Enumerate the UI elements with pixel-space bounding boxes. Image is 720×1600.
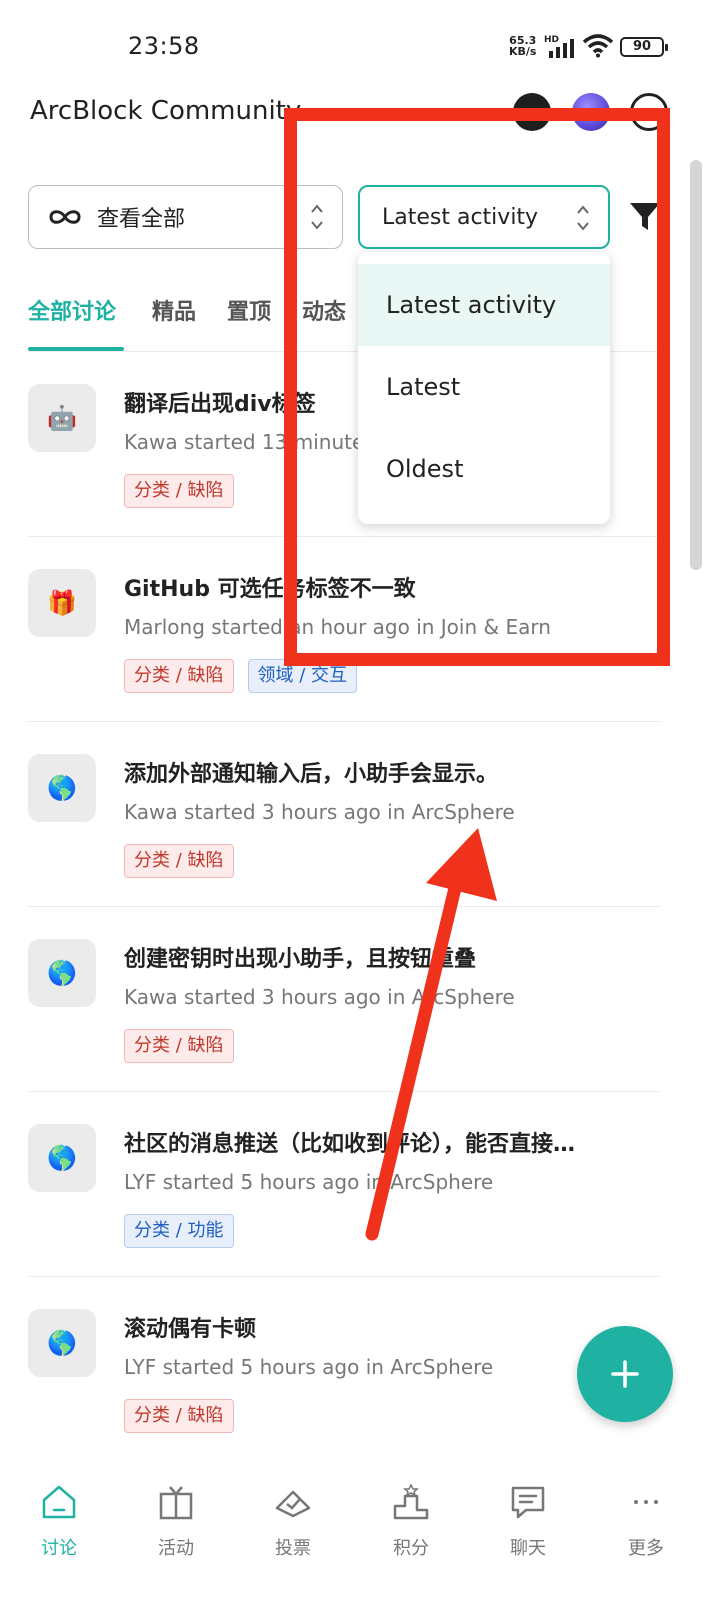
nav-label: 活动 xyxy=(158,1538,194,1559)
battery-icon: 90 xyxy=(620,37,668,57)
bottom-nav: 讨论 活动 投票 积分 聊天 更多 xyxy=(0,1466,720,1600)
podium-icon xyxy=(393,1483,429,1520)
infinity-icon xyxy=(49,210,81,224)
page-title: ArcBlock Community xyxy=(30,96,302,126)
divider xyxy=(28,721,660,722)
annotation-highlight-box xyxy=(284,108,670,666)
plus-icon xyxy=(611,1360,639,1388)
chat-icon xyxy=(511,1486,545,1519)
signal-icon xyxy=(549,39,574,58)
divider xyxy=(28,1276,660,1277)
gift-box-icon xyxy=(159,1486,193,1520)
tab-pinned[interactable]: 置顶 xyxy=(227,294,271,326)
topic-meta: Kawa started 3 hours ago in ArcSphere xyxy=(124,985,515,1009)
scope-select-label: 查看全部 xyxy=(97,207,186,232)
nav-discussions[interactable]: 讨论 xyxy=(9,1482,109,1560)
category-tag[interactable]: 分类 / 功能 xyxy=(124,1214,234,1248)
nav-label: 讨论 xyxy=(41,1538,77,1559)
globe-icon: 🌎 xyxy=(28,754,96,822)
nav-events[interactable]: 活动 xyxy=(126,1482,226,1560)
globe-icon: 🌎 xyxy=(28,1124,96,1192)
nav-label: 投票 xyxy=(275,1538,311,1559)
nav-label: 更多 xyxy=(628,1538,664,1559)
topic-meta: Kawa started 3 hours ago in ArcSphere xyxy=(124,800,515,824)
nav-label: 积分 xyxy=(393,1538,429,1559)
topic-title[interactable]: 滚动偶有卡顿 xyxy=(124,1311,256,1343)
topic-meta: LYF started 5 hours ago in ArcSphere xyxy=(124,1170,494,1194)
topic-title[interactable]: 社区的消息推送（比如收到评论），能否直接… xyxy=(124,1126,575,1158)
home-icon xyxy=(42,1485,76,1519)
category-tag[interactable]: 分类 / 缺陷 xyxy=(124,844,234,878)
globe-icon: 🌎 xyxy=(28,939,96,1007)
globe-icon: 🌎 xyxy=(28,1309,96,1377)
nav-points[interactable]: 积分 xyxy=(361,1482,461,1560)
category-tag[interactable]: 分类 / 缺陷 xyxy=(124,659,234,693)
category-tag[interactable]: 分类 / 缺陷 xyxy=(124,1399,234,1433)
new-topic-button[interactable] xyxy=(577,1326,673,1422)
topic-title[interactable]: 添加外部通知输入后，小助手会显示。 xyxy=(124,756,498,788)
topic-meta: LYF started 5 hours ago in ArcSphere xyxy=(124,1355,494,1379)
category-tag[interactable]: 分类 / 缺陷 xyxy=(124,1029,234,1063)
status-time: 23:58 xyxy=(128,32,200,60)
divider xyxy=(28,906,660,907)
more-icon xyxy=(634,1500,658,1504)
nav-chat[interactable]: 聊天 xyxy=(478,1482,578,1560)
nav-label: 聊天 xyxy=(510,1538,546,1559)
tab-all-discussions[interactable]: 全部讨论 xyxy=(28,294,116,326)
network-speed-unit: KB/s xyxy=(509,45,537,58)
divider xyxy=(28,1091,660,1092)
tab-featured[interactable]: 精品 xyxy=(152,294,196,326)
gift-icon: 🎁 xyxy=(28,569,96,637)
category-tag[interactable]: 分类 / 缺陷 xyxy=(124,474,234,508)
network-speed: 65.3 KB/s xyxy=(509,35,536,57)
topic-title[interactable]: 创建密钥时出现小助手，且按钮重叠 xyxy=(124,941,476,973)
nav-vote[interactable]: 投票 xyxy=(243,1482,343,1560)
vote-icon xyxy=(275,1490,311,1518)
robot-icon: 🤖 xyxy=(28,384,96,452)
wifi-icon xyxy=(582,34,614,58)
status-bar: 23:58 65.3 KB/s HD 90 xyxy=(0,0,720,90)
nav-more[interactable]: 更多 xyxy=(596,1482,696,1560)
scrollbar[interactable] xyxy=(690,160,702,570)
